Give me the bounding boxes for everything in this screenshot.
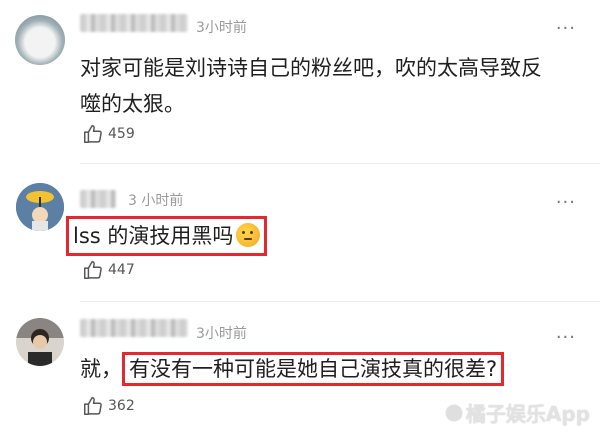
more-options-icon[interactable]: ··· [556,329,576,347]
divider [80,301,600,302]
username-blurred[interactable] [80,190,116,208]
username-blurred[interactable] [80,319,188,337]
like-count: 447 [108,262,135,278]
highlight-box: 有没有一种可能是她自己演技真的很差? [122,352,505,386]
watermark-text: 橘子娱乐App [465,402,590,426]
like-button[interactable]: 459 [82,123,135,145]
username-blurred[interactable] [80,14,188,32]
comment-time: 3小时前 [196,326,247,342]
thumbs-up-icon [84,397,102,415]
watermark: 橘子娱乐App [445,398,590,427]
highlight-box: lss 的演技用黑吗 [66,216,268,256]
like-count: 459 [108,126,135,142]
like-count: 362 [108,398,135,414]
like-button[interactable]: 362 [82,395,135,417]
comment-text-prefix: 就， [80,357,122,381]
more-options-icon[interactable]: ··· [556,20,576,38]
thumbs-up-icon [84,261,102,279]
more-options-icon[interactable]: ··· [556,194,576,212]
comment-time: 3 小时前 [128,193,184,209]
comment-text-highlight: 有没有一种可能是她自己演技真的很差? [129,357,498,381]
comment-text-content: lss 的演技用黑吗 [73,224,234,248]
watermark-logo-icon [445,404,462,421]
avatar[interactable] [16,183,64,231]
comment-text: 对家可能是刘诗诗自己的粉丝吧，吹的太高导致反噬的太狠。 [80,56,542,116]
like-button[interactable]: 447 [82,259,135,281]
thumbs-up-icon [84,125,102,143]
comment-text: lss 的演技用黑吗 [66,216,268,256]
divider [80,163,600,164]
avatar[interactable] [16,318,64,366]
avatar[interactable] [15,15,65,65]
thinking-face-icon [236,223,261,247]
comment-time: 3小时前 [196,20,247,36]
comment-1: 3小时前 ··· 对家可能是刘诗诗自己的粉丝吧，吹的太高导致反噬的太狠。 459 [0,0,600,165]
comment-2: 3 小时前 ··· lss 的演技用黑吗 447 [0,170,600,302]
comment-text: 就， 有没有一种可能是她自己演技真的很差? [80,351,580,387]
